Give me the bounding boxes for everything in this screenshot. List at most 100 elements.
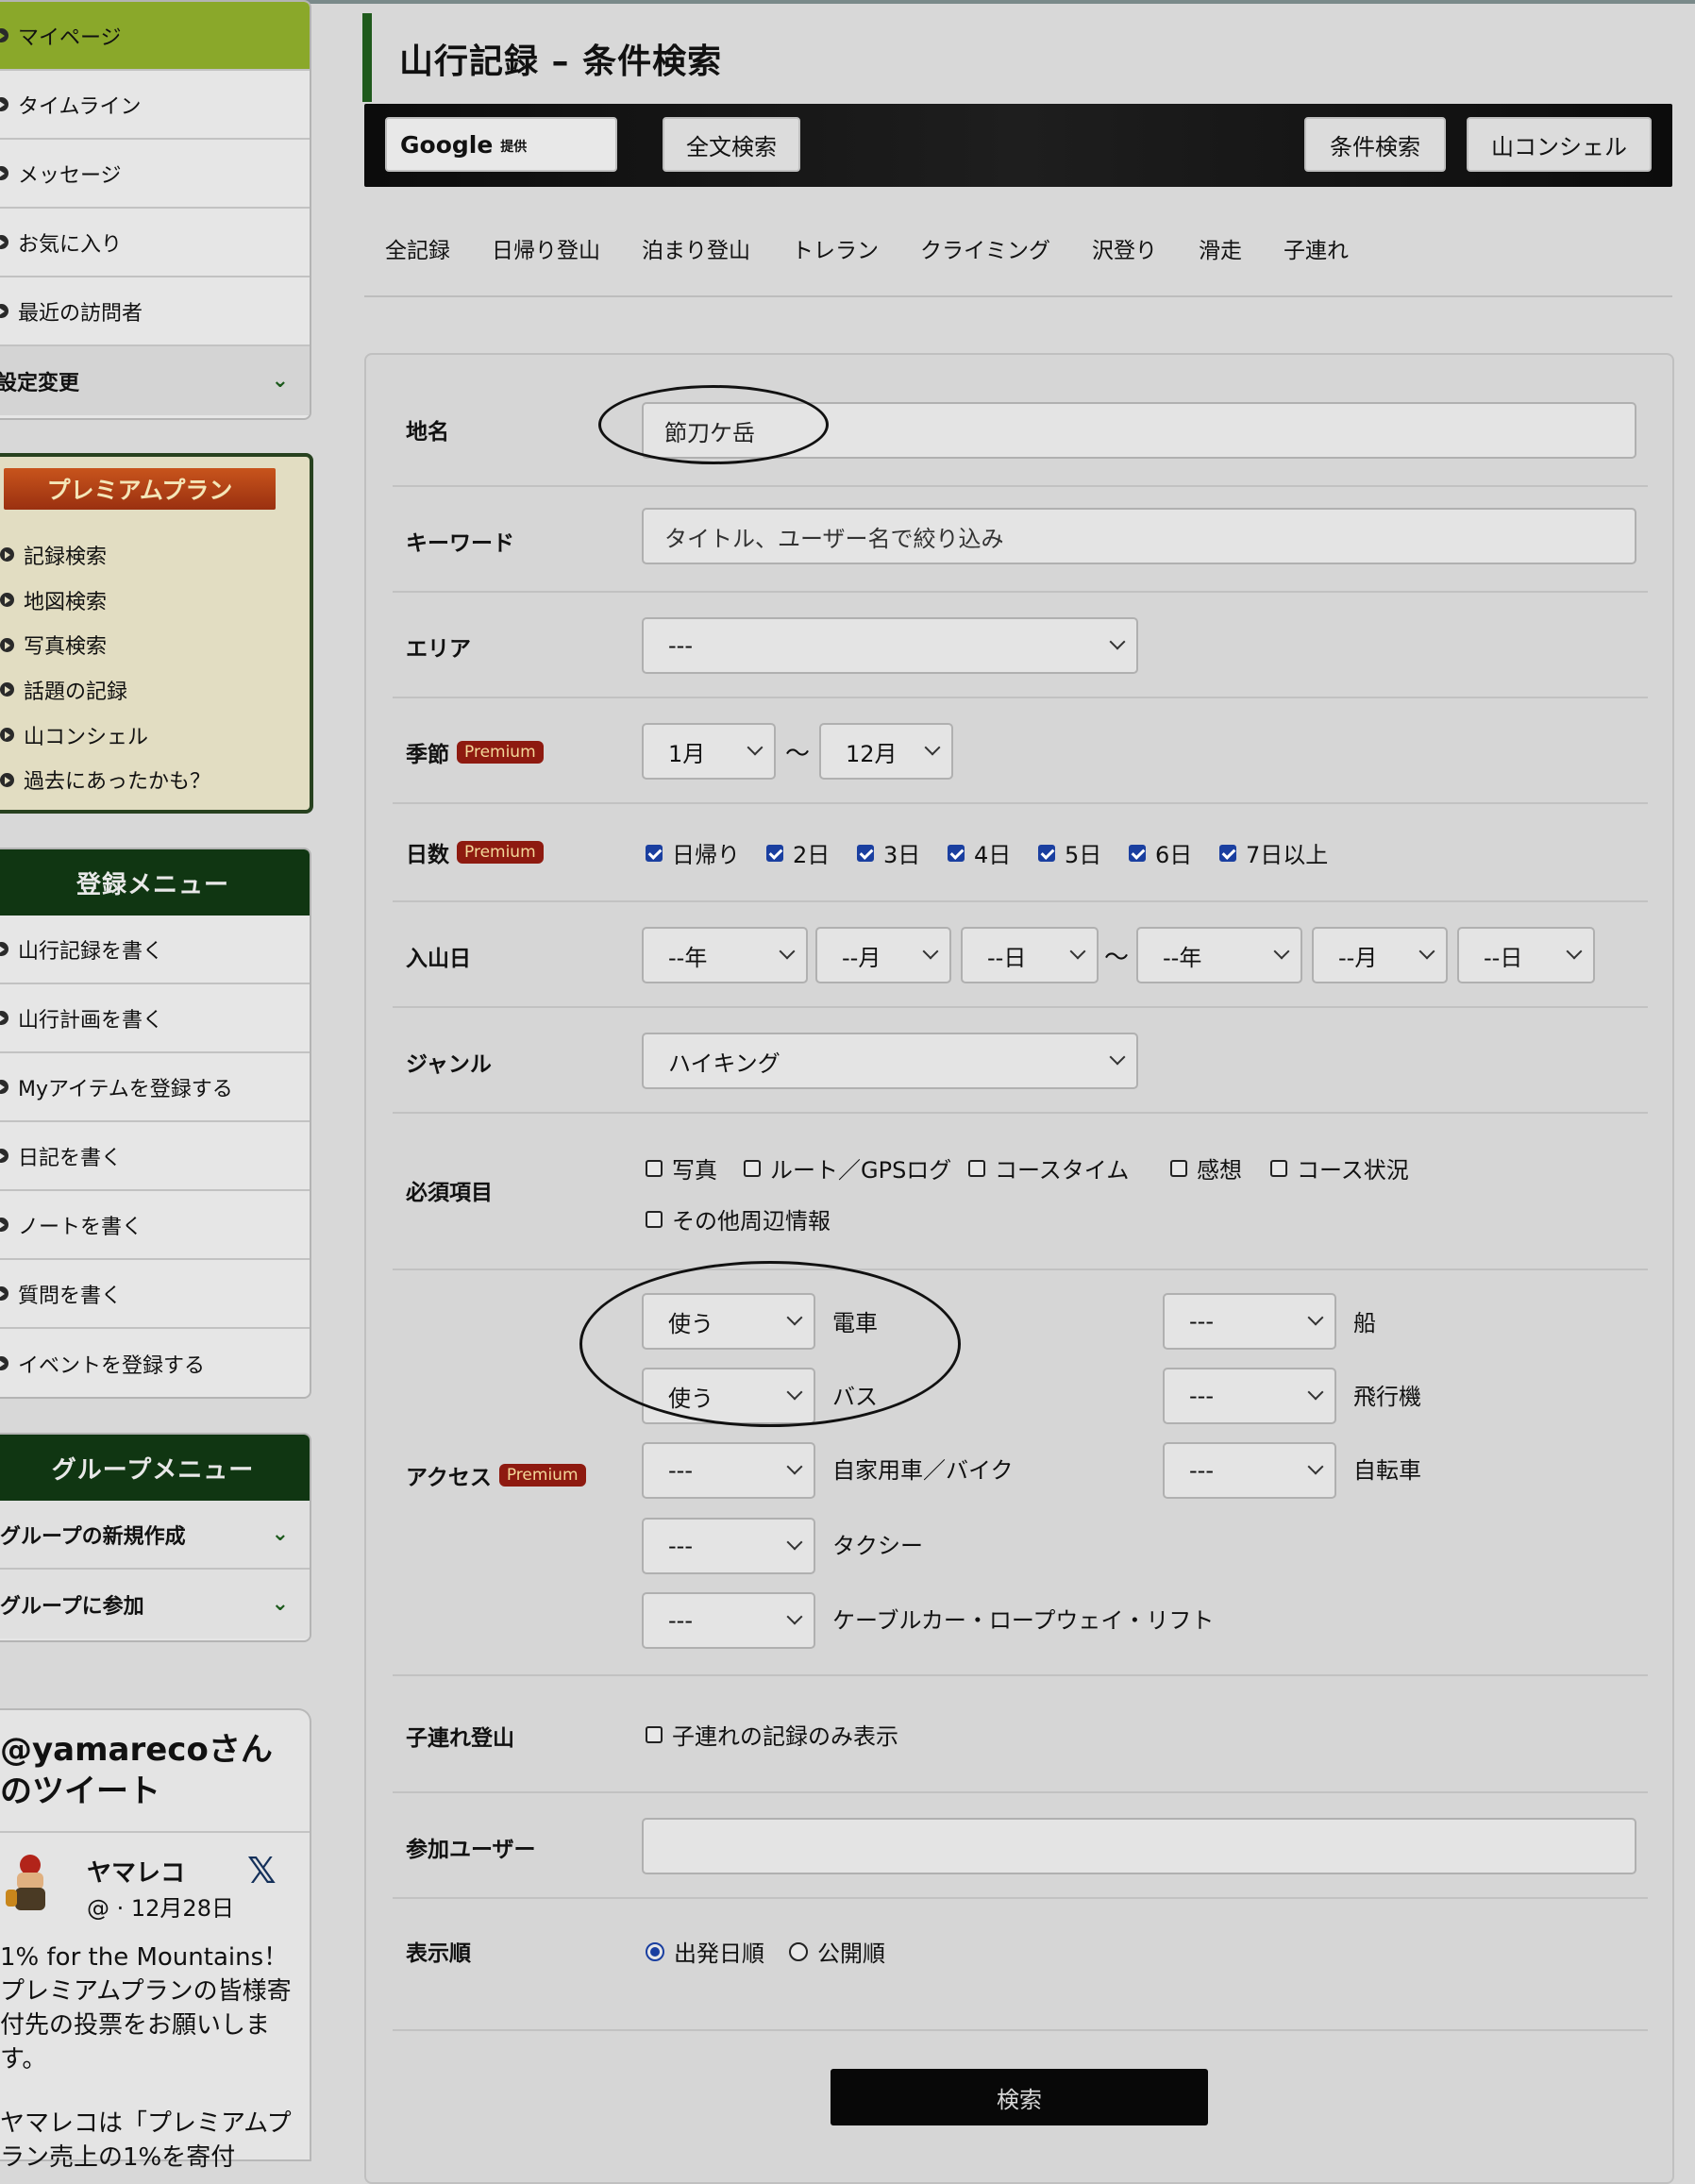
checkbox-checked-icon	[1038, 844, 1055, 862]
chevron-down-icon	[786, 1608, 803, 1625]
sidebar-main-menu: マイページ タイムライン メッセージ お気に入り 最近の訪問者 設定変更 ⌄	[0, 0, 311, 420]
days-option-2[interactable]: 2日	[766, 836, 830, 869]
premium-item-map-search[interactable]: 地図検索	[0, 578, 210, 623]
sidebar-item-favorites[interactable]: お気に入り	[0, 209, 310, 277]
fulltext-search-button[interactable]: 全文検索	[663, 117, 800, 172]
access-ship-select[interactable]: ---	[1163, 1293, 1336, 1350]
access-cable-select[interactable]: ---	[642, 1592, 815, 1649]
register-item-question[interactable]: 質問を書く	[0, 1260, 310, 1329]
condition-search-button[interactable]: 条件検索	[1304, 117, 1446, 172]
checkbox-icon	[1170, 1159, 1187, 1177]
tweet-handle: @ · 12月28日	[87, 1895, 234, 1922]
checkbox-checked-icon	[1129, 844, 1146, 862]
access-cable-label: ケーブルカー・ロープウェイ・リフト	[832, 1607, 1215, 1634]
area-label: エリア	[406, 637, 471, 662]
users-label: 参加ユーザー	[406, 1838, 536, 1862]
tab-kids[interactable]: 子連れ	[1284, 232, 1349, 264]
sidebar-item-visitors[interactable]: 最近の訪問者	[0, 277, 310, 346]
concierge-button[interactable]: 山コンシェル	[1467, 117, 1652, 172]
tab-overnight[interactable]: 泊まり登山	[642, 232, 750, 264]
tab-climbing[interactable]: クライミング	[920, 232, 1050, 264]
required-option-coursetime[interactable]: コースタイム	[968, 1151, 1129, 1184]
avatar[interactable]	[4, 1852, 57, 1914]
sidebar-item-messages[interactable]: メッセージ	[0, 140, 310, 209]
keyword-input[interactable]: タイトル、ユーザー名で絞り込み	[642, 508, 1636, 564]
access-bus-select[interactable]: 使う	[642, 1368, 815, 1424]
place-label: 地名	[406, 420, 449, 445]
days-option-3[interactable]: 3日	[857, 836, 920, 869]
date-from-year[interactable]: --年	[642, 927, 808, 983]
google-logo: Google	[400, 130, 494, 159]
radio-selected-icon	[646, 1941, 664, 1961]
tweets-divider	[0, 1831, 310, 1833]
place-input[interactable]: 節刀ケ岳	[642, 402, 1636, 459]
google-search-box[interactable]: Google 提供	[385, 117, 617, 172]
area-select[interactable]: ---	[642, 617, 1138, 674]
required-option-photo[interactable]: 写真	[646, 1151, 717, 1184]
tab-ski[interactable]: 滑走	[1199, 232, 1242, 264]
row-required: 必須項目 写真 ルート／GPSログ コースタイム 感想 コース状況 その他周辺情…	[393, 1114, 1648, 1270]
search-form: 地名 節刀ケ岳 キーワード タイトル、ユーザー名で絞り込み エリア --- 季節…	[364, 353, 1674, 2184]
x-logo-icon[interactable]: 𝕏	[247, 1850, 277, 1891]
premium-item-photo-search[interactable]: 写真検索	[0, 622, 210, 667]
premium-item-past[interactable]: 過去にあったかも？	[0, 757, 210, 802]
sidebar-item-settings[interactable]: 設定変更 ⌄	[0, 346, 310, 415]
search-submit-button[interactable]: 検索	[831, 2069, 1208, 2125]
tab-dayhike[interactable]: 日帰り登山	[492, 232, 600, 264]
required-option-condition[interactable]: コース状況	[1270, 1151, 1409, 1184]
chevron-down-icon	[1307, 1309, 1324, 1326]
season-from-select[interactable]: 1月	[642, 723, 776, 780]
checkbox-checked-icon	[766, 844, 783, 862]
page-title: 山行記録 – 条件検索	[399, 42, 723, 81]
tab-trailrun[interactable]: トレラン	[792, 232, 879, 264]
tweet-author-name[interactable]: ヤマレコ	[87, 1854, 185, 1889]
premium-item-concierge[interactable]: 山コンシェル	[0, 713, 210, 758]
sidebar-item-mypage[interactable]: マイページ	[0, 2, 310, 71]
days-option-day[interactable]: 日帰り	[646, 836, 740, 869]
access-taxi-select[interactable]: ---	[642, 1518, 815, 1574]
bullet-icon	[0, 97, 8, 111]
date-from-day[interactable]: --日	[961, 927, 1099, 983]
premium-item-record-search[interactable]: 記録検索	[0, 532, 210, 578]
season-to-select[interactable]: 12月	[819, 723, 953, 780]
access-bicycle-select[interactable]: ---	[1163, 1442, 1336, 1499]
days-option-7plus[interactable]: 7日以上	[1219, 836, 1328, 869]
register-item-note[interactable]: ノートを書く	[0, 1191, 310, 1260]
date-label: 入山日	[406, 947, 471, 971]
order-published-radio[interactable]: 公開順	[789, 1935, 885, 1968]
required-option-route[interactable]: ルート／GPSログ	[744, 1151, 951, 1184]
access-train-select[interactable]: 使う	[642, 1293, 815, 1350]
register-item-record[interactable]: 山行記録を書く	[0, 916, 310, 984]
checkbox-icon	[646, 1210, 663, 1228]
register-item-plan[interactable]: 山行計画を書く	[0, 984, 310, 1053]
date-to-day[interactable]: --日	[1457, 927, 1595, 983]
register-item-myitem[interactable]: Myアイテムを登録する	[0, 1053, 310, 1122]
required-option-impression[interactable]: 感想	[1170, 1151, 1242, 1184]
tab-all[interactable]: 全記録	[385, 232, 450, 264]
access-plane-select[interactable]: ---	[1163, 1368, 1336, 1424]
days-option-6[interactable]: 6日	[1129, 836, 1192, 869]
register-item-diary[interactable]: 日記を書く	[0, 1122, 310, 1191]
tab-sawanobori[interactable]: 沢登り	[1092, 232, 1157, 264]
date-to-month[interactable]: --月	[1312, 927, 1448, 983]
access-car-select[interactable]: ---	[642, 1442, 815, 1499]
kids-only-checkbox[interactable]: 子連れの記録のみ表示	[646, 1718, 898, 1751]
date-to-year[interactable]: --年	[1136, 927, 1302, 983]
sidebar-item-timeline[interactable]: タイムライン	[0, 71, 310, 140]
group-menu-title: グループメニュー	[0, 1435, 310, 1501]
group-item-join[interactable]: グループに参加 ⌄	[0, 1570, 310, 1638]
users-input[interactable]	[642, 1818, 1636, 1874]
days-option-5[interactable]: 5日	[1038, 836, 1101, 869]
chevron-down-icon	[1307, 1458, 1324, 1475]
keyword-label: キーワード	[406, 531, 514, 556]
genre-select[interactable]: ハイキング	[642, 1033, 1138, 1089]
chevron-down-icon	[786, 1458, 803, 1475]
group-item-create[interactable]: グループの新規作成 ⌄	[0, 1501, 310, 1570]
premium-item-trending[interactable]: 話題の記録	[0, 667, 210, 713]
date-from-month[interactable]: --月	[815, 927, 951, 983]
register-item-event[interactable]: イベントを登録する	[0, 1329, 310, 1397]
required-option-other[interactable]: その他周辺情報	[646, 1202, 831, 1235]
days-option-4[interactable]: 4日	[948, 836, 1011, 869]
bullet-icon	[0, 637, 14, 652]
order-departure-radio[interactable]: 出発日順	[646, 1935, 764, 1968]
